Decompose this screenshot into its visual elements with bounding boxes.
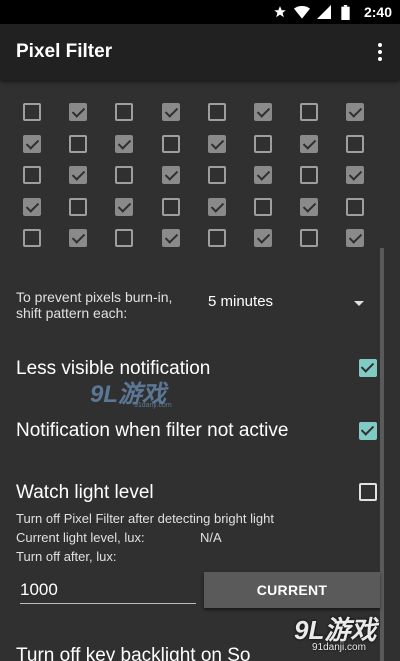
watermark-logo: 9L游戏 91danji.com [90, 374, 190, 410]
less-visible-notification-checkbox[interactable] [359, 359, 377, 377]
pattern-checkbox[interactable] [161, 103, 180, 121]
pattern-checkbox[interactable] [69, 103, 88, 121]
pattern-checkbox[interactable] [23, 166, 41, 184]
pattern-checkbox[interactable] [346, 166, 365, 184]
pattern-checkbox[interactable] [115, 166, 134, 184]
pattern-checkbox[interactable] [253, 166, 272, 184]
current-button[interactable]: CURRENT [204, 572, 380, 608]
turn-off-after-label: Turn off after, lux: [16, 549, 117, 564]
pattern-checkbox[interactable] [161, 229, 180, 247]
pattern-checkbox[interactable] [300, 103, 319, 121]
shift-pattern-label: To prevent pixels burn-in, shift pattern… [16, 289, 173, 321]
pattern-checkbox[interactable] [346, 134, 365, 153]
pattern-checkbox[interactable] [115, 134, 134, 153]
pattern-checkbox[interactable] [346, 103, 365, 121]
pattern-checkbox[interactable] [300, 134, 319, 153]
scrollbar[interactable] [380, 248, 384, 661]
dropdown-arrow-icon [354, 301, 364, 306]
status-bar: 2:40 [0, 0, 400, 24]
pattern-checkbox[interactable] [69, 197, 88, 216]
watermark-corner-text: 9L游戏 [294, 615, 377, 645]
pattern-checkbox[interactable] [253, 134, 272, 153]
pattern-checkbox[interactable] [253, 197, 272, 216]
key-backlight-label[interactable]: Turn off key backlight on So [16, 645, 250, 661]
watermark-logo-corner: 9L游戏 91danji.com [294, 610, 394, 658]
pattern-checkbox[interactable] [207, 103, 226, 121]
shift-interval-dropdown[interactable]: 5 minutes [208, 293, 368, 315]
pattern-checkbox[interactable] [346, 197, 365, 216]
wifi-icon [293, 4, 310, 20]
pattern-checkbox[interactable] [207, 134, 226, 153]
watermark-logo-url: 91danji.com [134, 402, 172, 409]
pattern-checkbox[interactable] [115, 197, 134, 216]
signal-icon [316, 4, 332, 20]
pattern-checkbox[interactable] [207, 229, 226, 247]
pattern-checkbox[interactable] [115, 229, 134, 247]
app-bar: Pixel Filter [0, 24, 400, 80]
pattern-checkbox[interactable] [69, 134, 88, 153]
pattern-checkbox[interactable] [23, 197, 41, 216]
notification-inactive-checkbox[interactable] [359, 422, 377, 440]
more-vert-icon[interactable] [368, 38, 392, 66]
pattern-checkbox[interactable] [23, 103, 41, 121]
star-icon [272, 4, 288, 20]
pattern-checkbox[interactable] [23, 134, 41, 153]
lux-threshold-input[interactable] [20, 576, 196, 604]
pattern-checkbox[interactable] [115, 103, 134, 121]
watermark-corner-url: 91danji.com [312, 642, 366, 653]
pattern-checkbox[interactable] [346, 229, 365, 247]
pattern-checkbox[interactable] [207, 166, 226, 184]
watch-light-summary: Turn off Pixel Filter after detecting br… [16, 511, 274, 526]
pattern-checkbox[interactable] [300, 229, 319, 247]
watch-light-level-checkbox[interactable] [359, 483, 377, 501]
notification-inactive-label: Notification when filter not active [16, 420, 289, 441]
pattern-checkbox[interactable] [207, 197, 226, 216]
pattern-grid [23, 103, 373, 251]
current-light-level-label: Current light level, lux: [16, 530, 145, 545]
current-light-level-value: N/A [200, 530, 222, 545]
pattern-checkbox[interactable] [253, 229, 272, 247]
shift-interval-value: 5 minutes [208, 293, 274, 310]
pattern-checkbox[interactable] [23, 229, 41, 247]
pattern-checkbox[interactable] [161, 166, 180, 184]
pattern-checkbox[interactable] [69, 166, 88, 184]
watch-light-level-label: Watch light level [16, 482, 154, 503]
pattern-checkbox[interactable] [300, 166, 319, 184]
pattern-checkbox[interactable] [161, 134, 180, 153]
pattern-checkbox[interactable] [69, 229, 88, 247]
pattern-checkbox[interactable] [300, 197, 319, 216]
app-title: Pixel Filter [16, 41, 113, 62]
status-time: 2:40 [363, 4, 392, 20]
battery-icon [338, 4, 354, 20]
pattern-checkbox[interactable] [253, 103, 272, 121]
pattern-checkbox[interactable] [161, 197, 180, 216]
